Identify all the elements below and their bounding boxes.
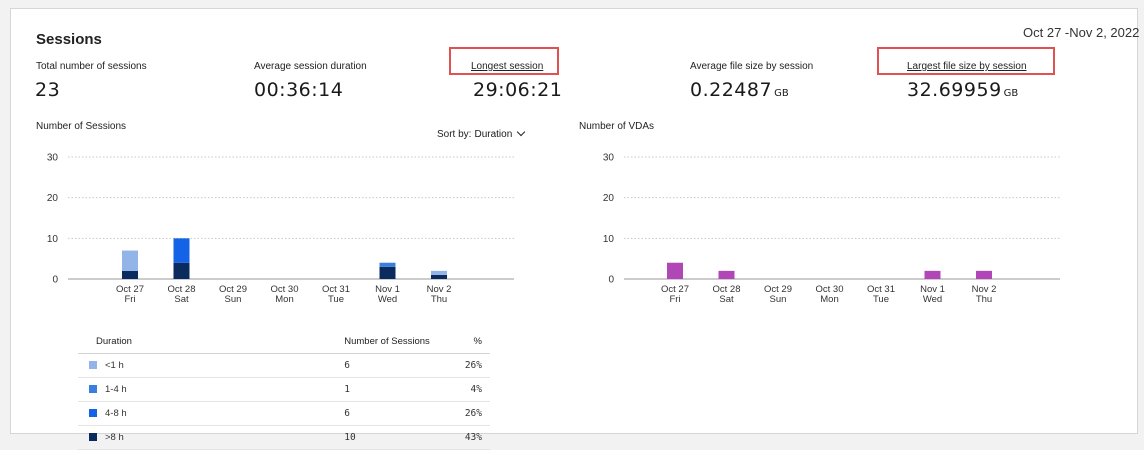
duration-row: >8 h 10 43% bbox=[78, 425, 490, 450]
duration-label: >8 h bbox=[105, 432, 124, 443]
x-tick-label: Oct 30 Mon bbox=[816, 284, 844, 305]
x-tick-label: Oct 28 Sat bbox=[713, 284, 741, 305]
y-tick-label: 0 bbox=[608, 275, 614, 286]
sessions-count: 6 bbox=[343, 401, 464, 426]
duration-table: Duration Number of Sessions % <1 h 6 26% 1-… bbox=[78, 329, 490, 450]
vdas-chart-svg: 0 10 20 30 Oct 27 Fri Oct 28 Sat Oct 29 Sun Oct 30… bbox=[603, 153, 1060, 305]
duration-row: 4-8 h 6 26% bbox=[78, 401, 490, 426]
y-tick-label: 20 bbox=[603, 193, 615, 204]
x-tick-label: Nov 2 Thu bbox=[972, 284, 997, 305]
legend-swatch bbox=[89, 361, 97, 369]
bar[interactable] bbox=[976, 270, 992, 279]
duration-row: 1-4 h 1 4% bbox=[78, 377, 490, 402]
legend-swatch bbox=[89, 433, 97, 441]
legend-swatch bbox=[89, 409, 97, 417]
sessions-count: 1 bbox=[343, 377, 464, 402]
x-tick-label: Oct 31 Tue bbox=[867, 284, 895, 305]
x-tick-label: Nov 1 Wed bbox=[920, 284, 945, 305]
duration-row: <1 h 6 26% bbox=[78, 353, 490, 378]
sessions-pct: 26% bbox=[463, 353, 490, 378]
duration-cell: 4-8 h bbox=[78, 401, 344, 426]
duration-label: <1 h bbox=[105, 360, 124, 371]
col-duration-header: Duration bbox=[78, 329, 344, 354]
sessions-panel: Sessions Oct 27 -Nov 2, 2022 Total numbe… bbox=[10, 8, 1139, 450]
sessions-pct: 4% bbox=[463, 377, 490, 402]
duration-label: 4-8 h bbox=[105, 408, 127, 419]
sessions-count: 10 bbox=[343, 425, 464, 450]
duration-cell: 1-4 h bbox=[78, 377, 344, 402]
sessions-pct: 26% bbox=[463, 401, 490, 426]
legend-swatch bbox=[89, 385, 97, 393]
sessions-count: 6 bbox=[343, 353, 464, 378]
duration-cell: >8 h bbox=[78, 425, 344, 450]
col-sessions-header: Number of Sessions bbox=[343, 329, 464, 354]
y-tick-label: 10 bbox=[603, 234, 615, 245]
bar[interactable] bbox=[718, 270, 735, 279]
col-pct-header: % bbox=[463, 329, 490, 354]
y-tick-label: 30 bbox=[603, 153, 615, 164]
x-tick-label: Oct 27 Fri bbox=[661, 284, 689, 305]
duration-table-header: Duration Number of Sessions % bbox=[78, 329, 490, 354]
sessions-pct: 43% bbox=[463, 425, 490, 450]
duration-cell: <1 h bbox=[78, 353, 344, 378]
duration-label: 1-4 h bbox=[105, 384, 127, 395]
x-tick-label: Oct 29 Sun bbox=[764, 284, 792, 305]
bar[interactable] bbox=[667, 262, 683, 279]
bar[interactable] bbox=[924, 270, 941, 279]
